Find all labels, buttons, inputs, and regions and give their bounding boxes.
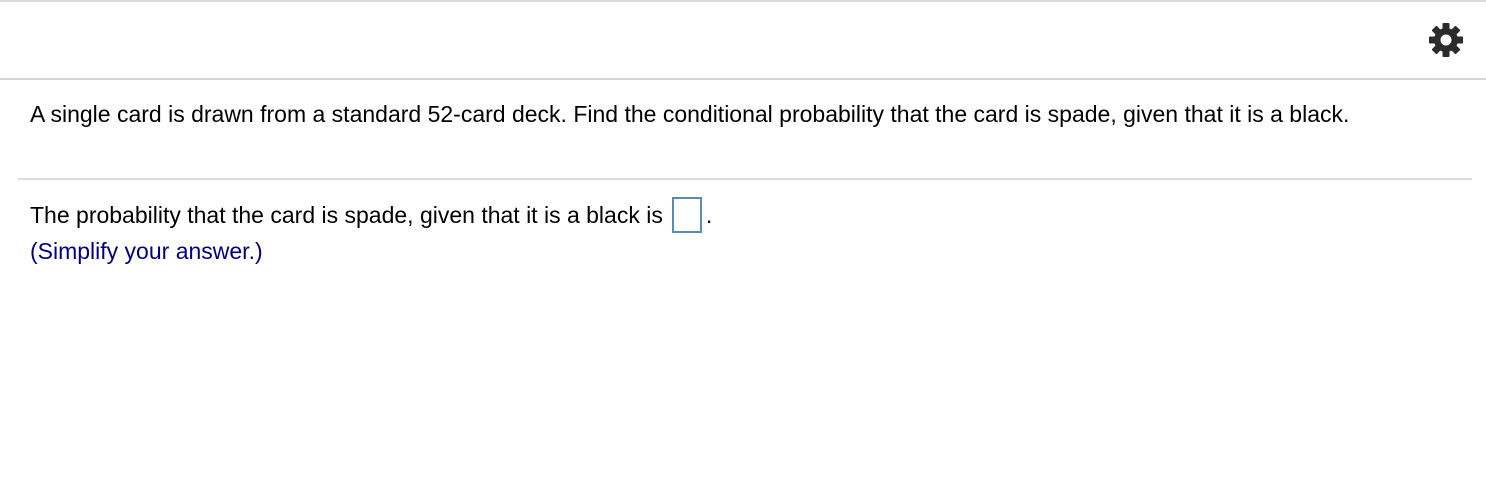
toolbar (0, 2, 1486, 78)
answer-line: The probability that the card is spade, … (30, 195, 712, 235)
answer-prompt: The probability that the card is spade, … (30, 201, 663, 228)
answer-period: . (705, 201, 713, 228)
toolbar-divider (0, 78, 1486, 80)
gear-icon (1429, 23, 1463, 57)
answer-input[interactable] (671, 197, 702, 233)
settings-button[interactable] (1424, 18, 1468, 62)
simplify-hint: (Simplify your answer.) (30, 238, 263, 264)
question-text: A single card is drawn from a standard 5… (30, 101, 1350, 127)
section-divider (18, 178, 1472, 180)
